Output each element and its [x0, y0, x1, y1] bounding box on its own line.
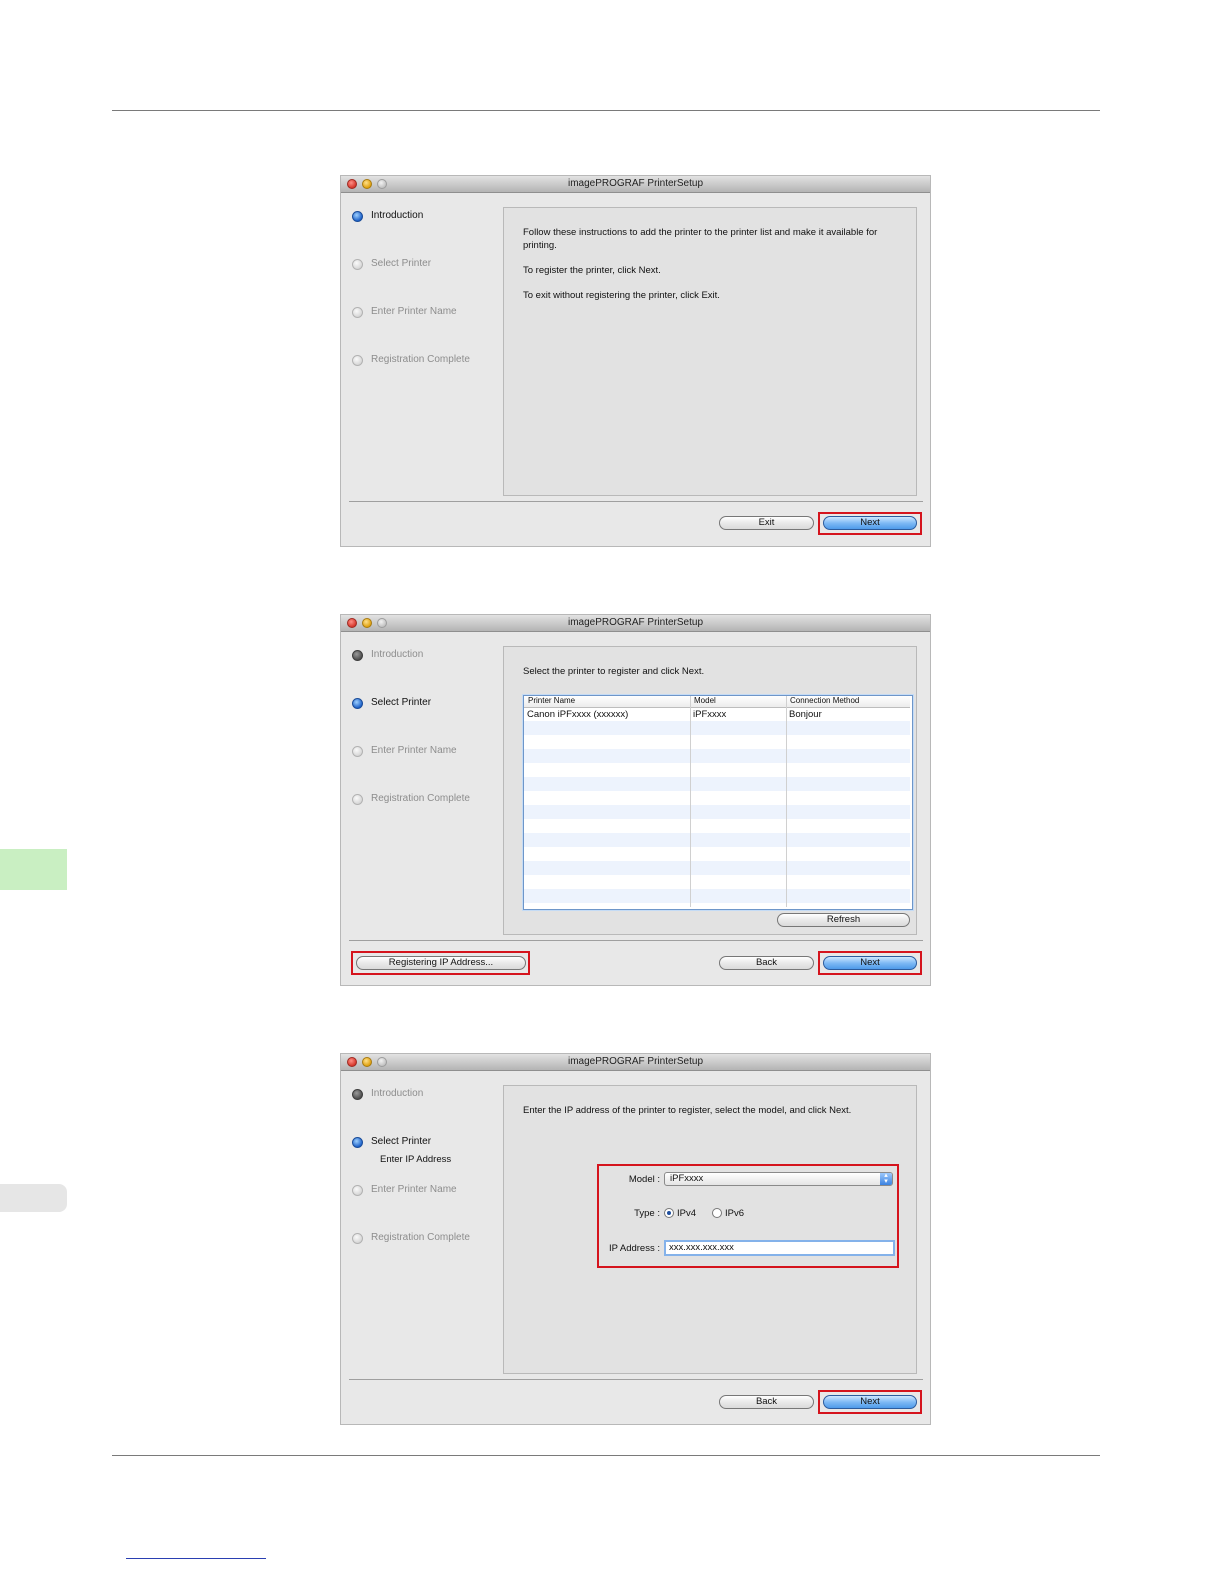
window-title: imagePROGRAF PrinterSetup [567, 178, 704, 189]
window-title: imagePROGRAF PrinterSetup [567, 617, 704, 628]
window-title: imagePROGRAF PrinterSetup [567, 1056, 704, 1067]
content-panel: Select the printer to register and click… [503, 646, 917, 935]
model-label: Model : [628, 1174, 660, 1185]
column-header-model[interactable]: Model [694, 696, 716, 705]
model-select[interactable]: iPFxxxx ▴ ▾ [664, 1172, 893, 1186]
step-registration-complete: Registration Complete [352, 353, 502, 369]
step-label: Registration Complete [371, 354, 470, 365]
column-divider [690, 696, 691, 907]
next-button[interactable]: Next [823, 516, 917, 530]
title-bar[interactable]: imagePROGRAF PrinterSetup [341, 1054, 930, 1071]
ipv4-radio-label[interactable]: IPv4 [677, 1208, 696, 1219]
table-row-stripe [524, 861, 910, 875]
step-label: Introduction [371, 649, 424, 660]
model-cell: iPFxxxx [693, 709, 727, 720]
step-enter-printer-name: Enter Printer Name [352, 305, 502, 321]
title-bar[interactable]: imagePROGRAF PrinterSetup [341, 176, 930, 193]
separator [349, 940, 923, 941]
step-label: Select Printer [371, 697, 432, 708]
connection-method-cell: Bonjour [789, 709, 822, 720]
ipv6-radio-label[interactable]: IPv6 [725, 1208, 744, 1219]
top-rule [112, 110, 1100, 111]
instruction-text: To register the printer, click Next. [523, 265, 661, 276]
table-row-stripe [524, 889, 910, 903]
section-tab [0, 1184, 67, 1212]
step-label: Registration Complete [371, 1232, 470, 1243]
pending-step-icon [352, 307, 363, 318]
current-step-icon [352, 1137, 363, 1148]
pending-step-icon [352, 355, 363, 366]
pending-step-icon [352, 746, 363, 757]
bottom-rule [112, 1455, 1100, 1456]
printer-setup-window-enter-ip-address: imagePROGRAF PrinterSetup Introduction S… [340, 1053, 931, 1425]
step-select-printer: Select Printer [352, 696, 502, 712]
pending-step-icon [352, 1233, 363, 1244]
step-label: Registration Complete [371, 793, 470, 804]
type-label: Type : [634, 1208, 660, 1219]
up-down-arrows-icon: ▴ ▾ [880, 1172, 892, 1185]
step-label: Introduction [371, 210, 424, 221]
step-introduction: Introduction [352, 648, 502, 664]
model-select-value: iPFxxxx [670, 1173, 704, 1184]
step-enter-printer-name: Enter Printer Name [352, 1183, 502, 1199]
step-label: Introduction [371, 1088, 424, 1099]
sub-step-enter-ip-address: Enter IP Address [380, 1154, 452, 1165]
separator [349, 501, 923, 502]
footer-link-underline[interactable] [126, 1558, 266, 1559]
register-ip-address-button[interactable]: Registering IP Address... [356, 956, 526, 970]
printer-list-table[interactable]: Printer Name Model Connection Method Can… [523, 695, 913, 910]
refresh-button[interactable]: Refresh [777, 913, 910, 927]
ip-address-field[interactable]: xxx.xxx.xxx.xxx [664, 1240, 895, 1256]
table-row-stripe [524, 777, 910, 791]
table-header: Printer Name Model Connection Method [524, 696, 910, 708]
step-label: Enter Printer Name [371, 306, 457, 317]
back-button[interactable]: Back [719, 956, 814, 970]
instruction-text: To exit without registering the printer,… [523, 290, 720, 301]
pending-step-icon [352, 259, 363, 270]
step-enter-printer-name: Enter Printer Name [352, 744, 502, 760]
step-introduction: Introduction [352, 1087, 502, 1103]
step-label: Select Printer [371, 258, 432, 269]
step-registration-complete: Registration Complete [352, 1231, 502, 1247]
content-panel: Follow these instructions to add the pri… [503, 207, 917, 496]
column-header-connection-method[interactable]: Connection Method [790, 696, 859, 705]
back-button[interactable]: Back [719, 1395, 814, 1409]
table-row-stripe [524, 749, 910, 763]
separator [349, 1379, 923, 1380]
printer-name-cell: Canon iPFxxxx (xxxxxx) [527, 709, 629, 720]
printer-setup-window-introduction: imagePROGRAF PrinterSetup Introduction S… [340, 175, 931, 547]
step-introduction: Introduction [352, 209, 502, 225]
instruction-text: Enter the IP address of the printer to r… [523, 1105, 852, 1116]
next-button[interactable]: Next [823, 956, 917, 970]
current-step-icon [352, 698, 363, 709]
printer-setup-window-select-printer: imagePROGRAF PrinterSetup Introduction S… [340, 614, 931, 986]
title-bar[interactable]: imagePROGRAF PrinterSetup [341, 615, 930, 632]
chapter-tab [0, 849, 67, 890]
instruction-text: Select the printer to register and click… [523, 666, 705, 677]
completed-step-icon [352, 1089, 363, 1100]
content-panel: Enter the IP address of the printer to r… [503, 1085, 917, 1374]
step-label: Enter Printer Name [371, 1184, 457, 1195]
step-registration-complete: Registration Complete [352, 792, 502, 808]
pending-step-icon [352, 1185, 363, 1196]
ip-address-label: IP Address : [608, 1243, 660, 1254]
step-label: Enter Printer Name [371, 745, 457, 756]
step-select-printer: Select Printer [352, 257, 502, 273]
completed-step-icon [352, 650, 363, 661]
table-row-stripe [524, 833, 910, 847]
pending-step-icon [352, 794, 363, 805]
next-button[interactable]: Next [823, 1395, 917, 1409]
exit-button[interactable]: Exit [719, 516, 814, 530]
step-label: Select Printer [371, 1136, 432, 1147]
table-row-stripe [524, 721, 910, 735]
table-row-stripe [524, 805, 910, 819]
column-divider [786, 696, 787, 907]
current-step-icon [352, 211, 363, 222]
ipv4-radio[interactable] [664, 1208, 674, 1218]
step-select-printer: Select Printer [352, 1135, 502, 1151]
ipv6-radio[interactable] [712, 1208, 722, 1218]
column-header-printer-name[interactable]: Printer Name [528, 696, 575, 705]
instruction-text: Follow these instructions to add the pri… [523, 227, 878, 251]
